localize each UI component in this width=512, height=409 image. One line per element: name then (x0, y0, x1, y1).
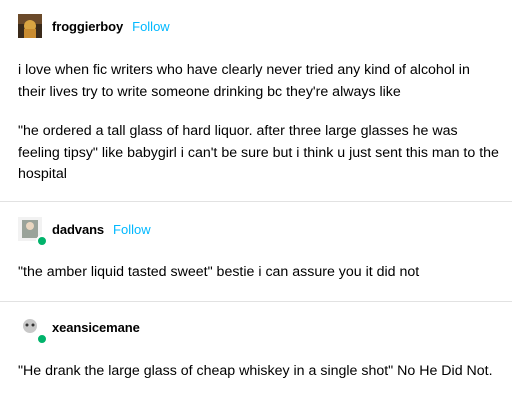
post-paragraph: "He drank the large glass of cheap whisk… (18, 363, 493, 379)
avatar-image (18, 14, 42, 38)
avatar-froggierboy[interactable] (18, 14, 42, 38)
badge-icon (36, 333, 48, 345)
post-divider (0, 201, 512, 202)
avatar-xeansicemane[interactable] (18, 315, 48, 345)
post-paragraph: i love when fic writers who have clearly… (18, 62, 470, 100)
post-paragraph: "the amber liquid tasted sweet" bestie i… (18, 264, 420, 280)
username[interactable]: dadvans (52, 222, 104, 237)
username[interactable]: xeansicemane (52, 320, 140, 335)
post-header: dadvans Follow (18, 217, 151, 247)
username[interactable]: froggierboy (52, 19, 123, 34)
post-divider (0, 301, 512, 302)
post-header: xeansicemane (18, 315, 140, 345)
avatar-dadvans[interactable] (18, 217, 48, 247)
post-header: froggierboy Follow (18, 14, 170, 38)
follow-button[interactable]: Follow (132, 19, 170, 34)
post-paragraph: "he ordered a tall glass of hard liquor.… (18, 123, 499, 183)
badge-icon (36, 235, 48, 247)
follow-button[interactable]: Follow (113, 222, 151, 237)
